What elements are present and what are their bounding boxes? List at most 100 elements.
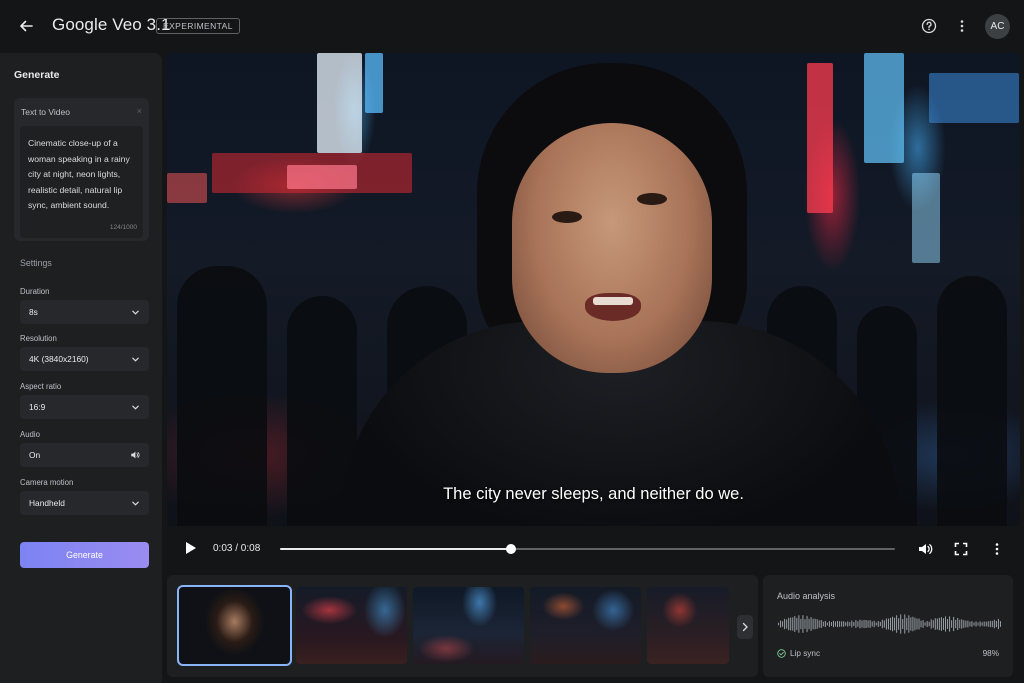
waveform-bar [835,621,837,627]
waveform-bar [802,615,804,633]
waveform-bar [879,621,881,627]
fullscreen-icon [954,542,968,556]
thumbnail-closeup[interactable] [177,585,292,666]
waveform-bar [861,620,863,628]
volume-icon [919,544,933,554]
prompt-card: Text to Video × Cinematic close-up of a … [14,98,149,241]
audio-value: On [29,450,41,460]
waveform-bar [908,615,910,633]
thumbnail-umbrellas[interactable] [530,587,641,664]
waveform-bar [947,619,949,629]
settings-heading: Settings [20,258,52,268]
volume-button[interactable] [915,539,935,559]
waveform-bar [881,619,883,629]
more-vert-icon [995,543,999,555]
waveform-bar [912,616,914,632]
close-icon[interactable]: × [137,106,142,116]
waveform-bar [830,622,832,626]
experimental-badge: EXPERIMENTAL [156,18,240,34]
playback-time: 0:03 / 0:08 [213,543,261,554]
lip-sync-label: Lip sync [790,649,821,658]
prompt-input[interactable]: Cinematic close-up of a woman speaking i… [20,126,143,238]
waveform-bar [965,620,967,628]
play-icon [186,542,196,554]
waveform-bar [936,618,938,630]
waveform-bar [816,619,818,629]
next-thumbnails-button[interactable] [737,615,753,639]
waveform-bar [853,621,855,627]
waveform-bar [930,619,932,629]
chevron-right-icon [742,622,748,632]
waveform-bar [784,618,786,630]
more-options-button[interactable] [951,15,973,37]
progress-handle[interactable] [505,544,516,554]
waveform-bar [782,621,784,627]
waveform-bar [973,622,975,626]
audio-waveform [778,614,1001,634]
waveform-bar [902,619,904,629]
waveform-bar [798,615,800,633]
panel-title: Generate [14,69,60,81]
neon-sign [167,173,207,203]
waveform-bar [780,620,782,628]
waveform-bar [910,617,912,631]
waveform-bar [924,622,926,626]
waveform-bar [887,618,889,630]
chevron-down-icon [130,498,140,508]
waveform-bar [828,621,830,627]
thumbnail-car[interactable] [413,587,524,664]
waveform-bar [983,621,985,627]
waveform-bar [989,620,991,628]
waveform-bar [778,622,779,626]
waveform-bar [790,617,792,631]
waveform-bar [824,620,826,628]
char-count: 124/1000 [109,224,137,231]
waveform-bar [892,616,894,632]
play-button[interactable] [185,541,199,557]
top-bar: Google Veo 3.1 EXPERIMENTAL AC [0,0,1024,52]
chevron-down-icon [130,354,140,364]
camera-motion-select[interactable]: Handheld [20,491,149,515]
title-separator-dot [224,25,226,27]
resolution-select[interactable]: 4K (3840x2160) [20,347,149,371]
duration-value: 8s [29,307,38,317]
waveform-bar [957,618,959,630]
audio-toggle[interactable]: On [20,443,149,467]
waveform-bar [991,620,993,628]
waveform-bar [942,618,944,630]
waveform-bar [792,617,794,631]
waveform-bar [794,616,796,632]
back-button[interactable] [14,14,38,38]
waveform-bar [949,616,951,632]
aspect-ratio-value: 16:9 [29,402,46,412]
waveform-bar [883,620,885,628]
avatar[interactable]: AC [985,14,1010,39]
waveform-bar [871,621,873,627]
thumbnail-crowd[interactable] [647,587,729,664]
waveform-bar [928,621,930,627]
duration-label: Duration [20,287,50,296]
waveform-bar [804,619,806,629]
waveform-bar [955,619,957,629]
duration-select[interactable]: 8s [20,300,149,324]
progress-bar[interactable] [280,544,895,554]
player-more-button[interactable] [987,539,1007,559]
waveform-bar [981,622,983,626]
help-button[interactable] [918,15,940,37]
waveform-bar [920,620,922,628]
video-preview[interactable]: The city never sleeps, and neither do we… [167,53,1020,526]
subject-mouth [585,293,641,321]
thumbnail-street[interactable] [296,587,407,664]
waveform-bar [969,621,971,627]
more-vert-icon [960,20,964,32]
generate-button[interactable]: Generate [20,542,149,568]
waveform-bar [796,617,798,631]
progress-fill [280,548,511,550]
aspect-ratio-select[interactable]: 16:9 [20,395,149,419]
waveform-bar [979,621,981,627]
neon-sign [864,53,904,163]
fullscreen-button[interactable] [951,539,971,559]
resolution-label: Resolution [20,334,57,343]
neon-sign [317,53,362,153]
waveform-bar [863,619,865,629]
